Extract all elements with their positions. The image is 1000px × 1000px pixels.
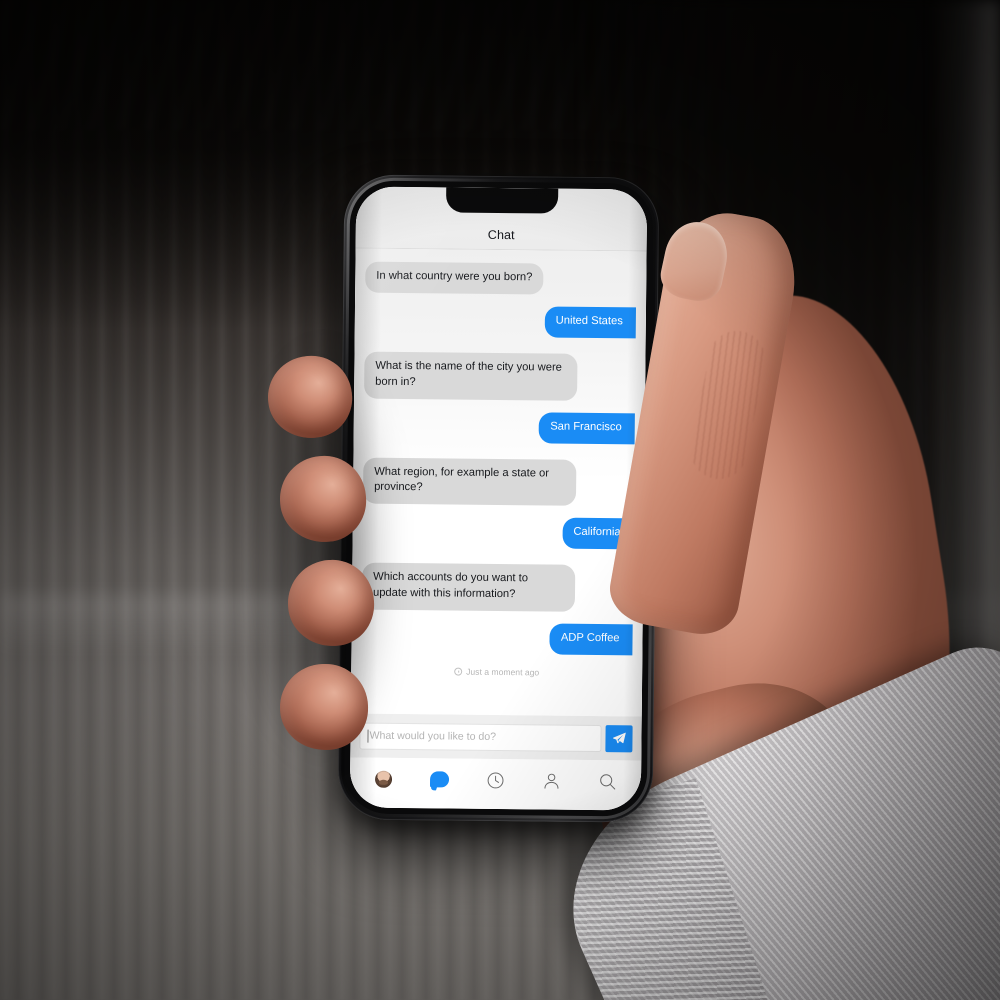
photo-vignette [0,0,1000,1000]
photo-scene: Chat In what country were you born? Unit… [0,0,1000,1000]
